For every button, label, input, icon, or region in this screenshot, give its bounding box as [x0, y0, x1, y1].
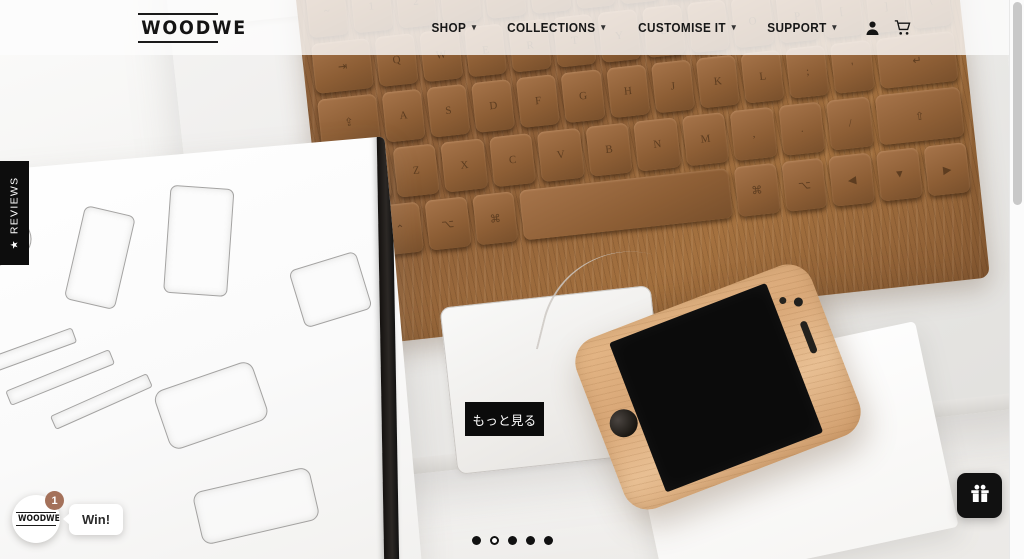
- site-header: WOODWE SHOP ▾ COLLECTIONS ▾ CUSTOMISE IT ▾ SUP…: [0, 0, 1024, 55]
- sketch-phone-3: [151, 359, 271, 452]
- gift-icon: [969, 482, 991, 509]
- nav-item-label: CUSTOMISE IT: [637, 20, 726, 35]
- keyboard-key: B: [585, 122, 633, 177]
- sketch-phone-2: [163, 184, 235, 298]
- keyboard-key: .: [778, 101, 826, 156]
- nav-item-customise-it[interactable]: CUSTOMISE IT ▾: [638, 21, 736, 35]
- star-icon: ★: [9, 239, 21, 250]
- chat-logo-text: WOODWE: [18, 513, 61, 524]
- chevron-down-icon: ▾: [601, 22, 606, 32]
- hero-image[interactable]: ⏻ ~1234567890-+⌫⇥QWERTYUIOP[]\⇪ASDFGHJKL…: [0, 0, 1024, 559]
- chat-avatar[interactable]: WOODWE 1: [12, 491, 64, 543]
- keyboard-key: S: [426, 83, 471, 138]
- carousel-dots: [0, 536, 1024, 545]
- cart-icon[interactable]: [894, 19, 912, 36]
- logo-text: WOODWE: [141, 16, 247, 39]
- carousel-dot-5[interactable]: [543, 536, 553, 545]
- keyboard-key: ⌘: [733, 162, 781, 218]
- keyboard-key: F: [516, 74, 561, 129]
- keyboard-key: Z: [392, 143, 441, 198]
- reviews-tab-inner: ★ REVIEWS: [9, 177, 21, 250]
- keyboard-key: N: [633, 117, 682, 172]
- keyboard-key: A: [381, 88, 426, 143]
- gift-rewards-button[interactable]: [957, 473, 1002, 518]
- chevron-down-icon: ▾: [731, 22, 737, 32]
- nav-item-label: SUPPORT: [767, 20, 827, 35]
- header-icons: [865, 19, 912, 36]
- keyboard-key: ▶: [923, 142, 971, 197]
- hero-cta-button[interactable]: もっと見る: [465, 402, 544, 436]
- sketch-phone: [63, 204, 136, 311]
- keyboard-key: C: [488, 132, 537, 188]
- keyboard-key: K: [695, 54, 741, 109]
- nav-item-shop[interactable]: SHOP ▾: [431, 21, 476, 35]
- nav-item-label: SHOP: [431, 20, 467, 35]
- keyboard-key: V: [537, 127, 585, 183]
- keyboard-key: L: [740, 49, 785, 104]
- scrollbar-thumb[interactable]: [1013, 2, 1022, 205]
- page-scrollbar[interactable]: [1009, 0, 1024, 559]
- keyboard-key: /: [826, 96, 875, 151]
- sketch-case: [288, 250, 373, 329]
- chat-avatar-logo: WOODWE: [16, 511, 61, 527]
- account-icon[interactable]: [865, 20, 880, 36]
- sketch-device-2: [191, 466, 321, 546]
- keyboard-key: ⌘: [471, 191, 519, 246]
- keyboard-key: J: [650, 59, 696, 114]
- keyboard-key: ,: [730, 106, 778, 162]
- keyboard-key: G: [560, 69, 606, 124]
- reviews-tab-label: REVIEWS: [8, 176, 21, 235]
- keyboard-key: ⇧: [874, 86, 965, 146]
- woodwe-logo[interactable]: WOODWE: [138, 12, 247, 43]
- nav-item-label: COLLECTIONS: [507, 20, 596, 35]
- logo-rule-bottom: [138, 40, 218, 43]
- chat-logo-rule-bottom: [16, 524, 56, 527]
- chevron-down-icon: ▾: [832, 22, 838, 32]
- carousel-dot-4[interactable]: [525, 536, 535, 545]
- chat-bubble[interactable]: Win!: [62, 503, 124, 535]
- keyboard-key: ▼: [876, 147, 924, 202]
- keyboard-key: ⌥: [424, 196, 472, 251]
- main-navigation: SHOP ▾ COLLECTIONS ▾ CUSTOMISE IT ▾ SUPPORT ▾: [430, 21, 839, 35]
- carousel-dot-3[interactable]: [507, 536, 517, 545]
- carousel-dot-2[interactable]: [489, 536, 499, 545]
- reviews-tab[interactable]: ★ REVIEWS: [0, 161, 29, 265]
- carousel-dot-1[interactable]: [471, 536, 481, 545]
- rewards-chat-widget: WOODWE 1 Win!: [12, 491, 124, 543]
- keyboard-key: ⌥: [780, 157, 828, 212]
- notification-badge: 1: [45, 491, 64, 510]
- nav-item-support[interactable]: SUPPORT ▾: [767, 21, 837, 35]
- browser-page: ⏻ ~1234567890-+⌫⇥QWERTYUIOP[]\⇪ASDFGHJKL…: [0, 0, 1024, 559]
- chevron-down-icon: ▾: [471, 22, 477, 32]
- keyboard-key: H: [605, 64, 651, 119]
- nav-item-collections[interactable]: COLLECTIONS ▾: [507, 21, 606, 35]
- keyboard-key: ◀: [828, 152, 876, 207]
- keyboard-key: X: [440, 138, 489, 193]
- keyboard-key: D: [471, 78, 516, 133]
- keyboard-key: M: [681, 112, 730, 167]
